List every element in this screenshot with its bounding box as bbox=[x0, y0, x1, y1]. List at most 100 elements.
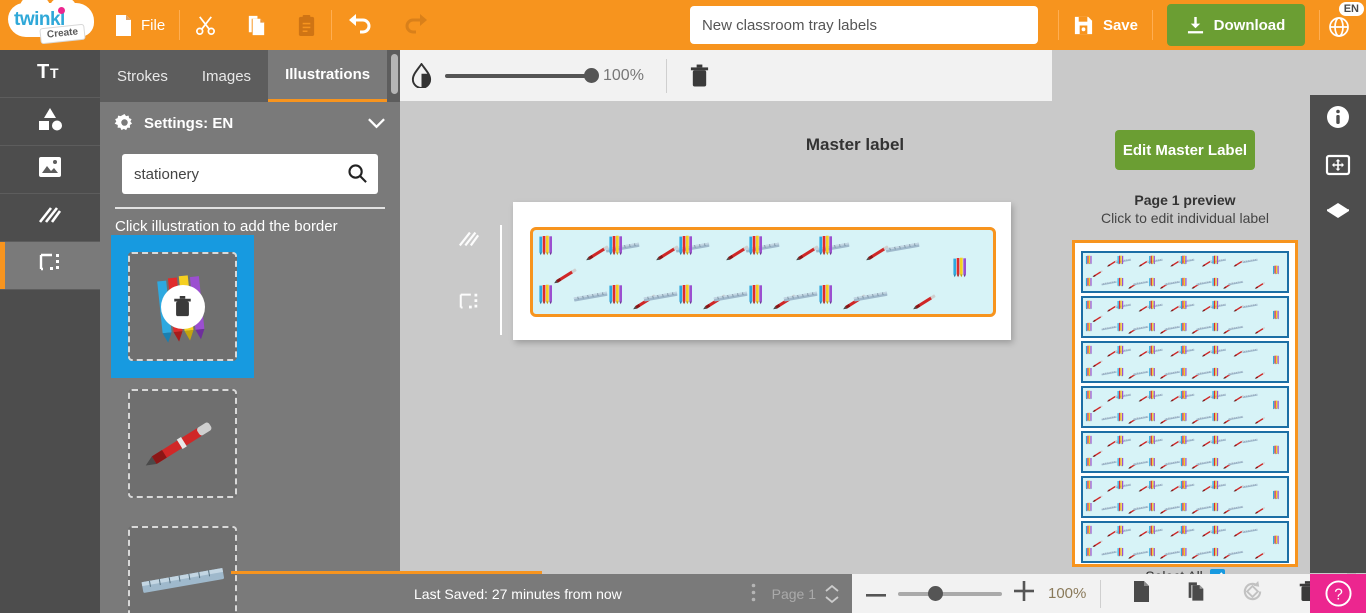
toolbar-divider bbox=[665, 58, 667, 93]
preview-label-row[interactable] bbox=[1081, 296, 1289, 338]
gear-icon bbox=[114, 113, 135, 134]
save-icon bbox=[1073, 15, 1094, 36]
remove-illustration-button[interactable] bbox=[160, 284, 205, 329]
label-pattern bbox=[539, 235, 966, 311]
tab-strokes[interactable]: Strokes bbox=[100, 50, 185, 102]
canvas-area: 100% Master label Edit Master Label Page… bbox=[400, 50, 1366, 613]
copy-button[interactable] bbox=[231, 0, 282, 50]
fit-screen-button[interactable] bbox=[1310, 143, 1366, 191]
preview-label-row[interactable] bbox=[1081, 476, 1289, 518]
download-button[interactable]: Download bbox=[1167, 4, 1305, 46]
canvas-ghost-tools bbox=[457, 228, 481, 318]
preview-page-title: Page 1 preview bbox=[1134, 192, 1236, 208]
save-button[interactable]: Save bbox=[1059, 15, 1152, 36]
language-badge: EN bbox=[1338, 2, 1364, 16]
illustration-pens[interactable] bbox=[111, 235, 254, 378]
page-preview-box[interactable]: Select All bbox=[1072, 240, 1298, 584]
opacity-slider-knob[interactable] bbox=[584, 67, 599, 83]
preview-label-row[interactable] bbox=[1081, 251, 1289, 293]
canvas-toolbar: 100% bbox=[400, 50, 1052, 101]
add-page-button[interactable] bbox=[1115, 580, 1168, 608]
illustration-red-pen[interactable] bbox=[117, 378, 248, 509]
sidebar-item-border[interactable] bbox=[0, 242, 100, 290]
right-tool-rail bbox=[1310, 95, 1366, 573]
image-icon bbox=[37, 155, 63, 184]
preview-label-row[interactable] bbox=[1081, 431, 1289, 473]
app-header: twinkl Create File New classroom tray la… bbox=[0, 0, 1366, 50]
cut-button[interactable] bbox=[180, 0, 231, 50]
sidebar-item-image[interactable] bbox=[0, 146, 100, 194]
undo-icon bbox=[346, 13, 374, 37]
language-selector[interactable]: EN bbox=[1320, 0, 1366, 50]
opacity-slider[interactable] bbox=[445, 67, 599, 83]
tile-inner bbox=[128, 389, 237, 498]
preview-label-pattern bbox=[1085, 255, 1279, 290]
logo-create-badge: Create bbox=[39, 23, 86, 45]
sidebar-item-pattern[interactable] bbox=[0, 194, 100, 242]
help-button[interactable]: ? bbox=[1310, 574, 1366, 613]
layers-button[interactable] bbox=[1310, 191, 1366, 239]
page-stepper[interactable] bbox=[824, 584, 840, 604]
globe-icon bbox=[1326, 13, 1352, 39]
search-icon[interactable] bbox=[347, 163, 368, 189]
preview-label-row[interactable] bbox=[1081, 386, 1289, 428]
tabs-scrollbar[interactable] bbox=[391, 54, 398, 94]
edit-master-label-button[interactable]: Edit Master Label bbox=[1115, 130, 1255, 170]
hatch-pattern-icon[interactable] bbox=[457, 228, 481, 255]
preview-label-pattern bbox=[1085, 345, 1279, 380]
svg-text:T: T bbox=[50, 65, 59, 81]
chevron-down-icon[interactable] bbox=[367, 117, 386, 130]
zoom-slider[interactable] bbox=[898, 585, 1002, 601]
master-label-canvas[interactable] bbox=[530, 227, 996, 317]
preview-page-subtitle: Click to edit individual label bbox=[1100, 210, 1270, 226]
search-input[interactable] bbox=[122, 154, 378, 194]
sidebar-item-text[interactable]: TT bbox=[0, 50, 100, 98]
border-icon[interactable] bbox=[457, 291, 481, 318]
preview-label-row[interactable] bbox=[1081, 521, 1289, 563]
duplicate-page-icon bbox=[1189, 581, 1204, 601]
info-button[interactable] bbox=[1310, 95, 1366, 143]
preview-label-row[interactable] bbox=[1081, 341, 1289, 383]
illustrations-panel: Strokes Images Illustrations Settings: E… bbox=[100, 50, 400, 613]
chevron-down-icon[interactable] bbox=[824, 595, 840, 604]
download-label: Download bbox=[1213, 16, 1286, 34]
illustration-grid bbox=[100, 235, 400, 613]
undo-button[interactable] bbox=[332, 0, 388, 50]
file-menu-button[interactable]: File bbox=[100, 0, 179, 50]
tab-illustrations[interactable]: Illustrations bbox=[268, 50, 388, 102]
twinkl-create-logo[interactable]: twinkl Create bbox=[0, 0, 100, 50]
tab-images[interactable]: Images bbox=[185, 50, 268, 102]
fit-screen-icon bbox=[1325, 153, 1351, 182]
zoom-slider-knob[interactable] bbox=[928, 585, 943, 601]
tile-inner bbox=[128, 526, 237, 613]
preview-label-pattern bbox=[1085, 390, 1279, 425]
redo-button[interactable] bbox=[388, 0, 444, 50]
zoom-out-button[interactable] bbox=[866, 585, 886, 603]
zoom-value: 100% bbox=[1048, 585, 1087, 602]
save-label: Save bbox=[1102, 16, 1138, 34]
label-sheet bbox=[513, 202, 1011, 340]
zoom-in-button[interactable] bbox=[1014, 581, 1034, 606]
reset-rotate-button[interactable] bbox=[1224, 580, 1281, 607]
help-icon: ? bbox=[1324, 580, 1352, 607]
bottom-bar: Last Saved: 27 minutes from now Page 1 1… bbox=[400, 574, 1366, 613]
panel-hint: Click illustration to add the border bbox=[115, 218, 338, 235]
search-container bbox=[122, 154, 378, 194]
illustration-ruler[interactable] bbox=[117, 515, 248, 613]
page-options-menu[interactable] bbox=[751, 583, 756, 605]
paste-button[interactable] bbox=[282, 0, 331, 50]
preview-column: Edit Master Label Page 1 preview Click t… bbox=[1060, 130, 1310, 584]
header-divider-4 bbox=[1152, 10, 1153, 40]
minus-icon bbox=[866, 593, 886, 597]
download-icon bbox=[1187, 16, 1204, 34]
duplicate-page-button[interactable] bbox=[1168, 580, 1224, 608]
document-title-input[interactable] bbox=[689, 6, 1038, 44]
tool-rail: TT bbox=[0, 50, 100, 613]
delete-selection-button[interactable] bbox=[689, 64, 710, 88]
preview-label-pattern bbox=[1085, 480, 1279, 515]
sidebar-item-shapes[interactable] bbox=[0, 98, 100, 146]
chevron-up-icon[interactable] bbox=[824, 584, 840, 593]
bottom-divider bbox=[1100, 579, 1102, 608]
shapes-icon bbox=[36, 106, 64, 137]
settings-row[interactable]: Settings: EN bbox=[100, 102, 400, 144]
